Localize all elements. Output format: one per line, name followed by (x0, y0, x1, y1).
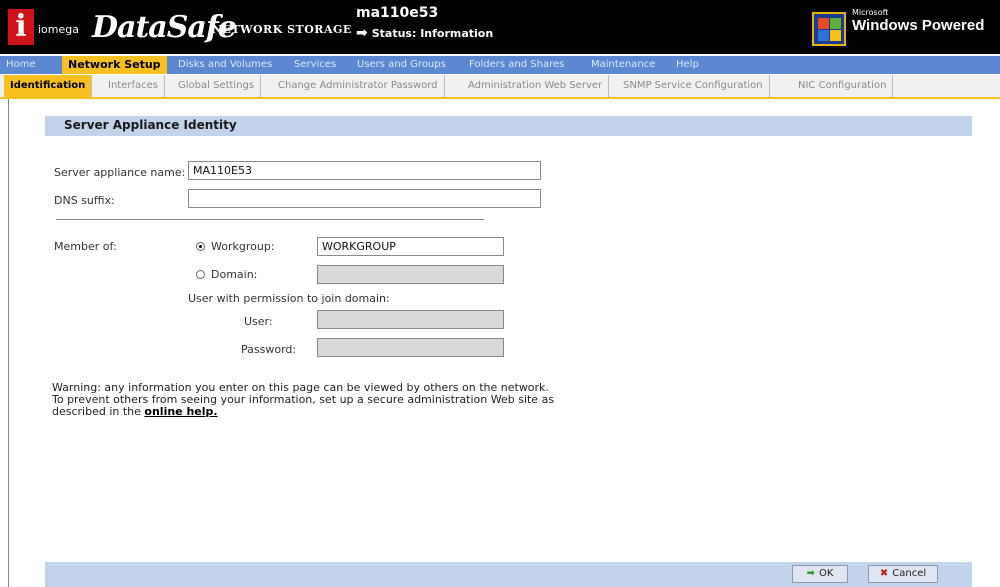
warning-line-3-text: described in the (52, 405, 141, 418)
member-of-label: Member of: (54, 240, 117, 253)
user-label: User: (244, 315, 273, 328)
menu-maintenance[interactable]: Maintenance (585, 56, 661, 74)
sub-menu: Identification Interfaces Global Setting… (0, 75, 1000, 99)
tab-interfaces[interactable]: Interfaces (102, 75, 165, 97)
tab-snmp-service-config[interactable]: SNMP Service Configuration (617, 75, 770, 97)
menu-help[interactable]: Help (670, 56, 705, 74)
user-input[interactable] (317, 310, 504, 329)
domain-radio[interactable] (196, 270, 205, 279)
domain-label: Domain: (211, 268, 258, 281)
menu-services[interactable]: Services (288, 56, 342, 74)
windows-powered-logo: Windows Powered (852, 17, 985, 34)
windows-flag-icon (812, 12, 846, 46)
arrow-right-icon: ➡ (806, 568, 815, 579)
password-input[interactable] (317, 338, 504, 357)
join-permission-label: User with permission to join domain: (188, 292, 390, 305)
microsoft-label: Microsoft (852, 8, 889, 17)
tab-admin-web-server[interactable]: Administration Web Server (462, 75, 610, 97)
menu-folders-and-shares[interactable]: Folders and Shares (463, 56, 570, 74)
menu-network-setup[interactable]: Network Setup (62, 56, 167, 74)
warning-text: Warning: any information you enter on th… (52, 382, 612, 418)
iomega-logo: i (8, 9, 34, 45)
workgroup-input[interactable]: WORKGROUP (317, 237, 504, 256)
close-icon: ✖ (879, 568, 889, 579)
dns-suffix-label: DNS suffix: (54, 194, 115, 207)
tab-nic-configuration[interactable]: NIC Configuration (792, 75, 894, 97)
host-name: ma110e53 (356, 5, 439, 21)
warning-line-3: described in the online help. (52, 406, 612, 418)
section-title: Server Appliance Identity (64, 118, 237, 132)
iomega-logo-text: iomega (38, 23, 79, 36)
ok-button[interactable]: ➡ OK (792, 565, 848, 583)
tab-change-admin-password[interactable]: Change Administrator Password (272, 75, 445, 97)
content-left-border (8, 99, 9, 587)
tab-global-settings[interactable]: Global Settings (172, 75, 262, 97)
form-divider (56, 219, 484, 220)
ok-label: OK (818, 568, 834, 579)
menu-users-and-groups[interactable]: Users and Groups (351, 56, 452, 74)
password-label: Password: (241, 343, 297, 356)
brand-subtitle: NETWORK STORAGE (212, 23, 352, 36)
arrow-right-icon: ➡ (356, 25, 368, 41)
dns-suffix-input[interactable] (188, 189, 541, 208)
workgroup-label: Workgroup: (211, 240, 275, 253)
menu-home[interactable]: Home (0, 56, 42, 74)
app-header: i iomega DataSafe NETWORK STORAGE ma110e… (0, 0, 1000, 54)
menu-disks-and-volumes[interactable]: Disks and Volumes (172, 56, 278, 74)
server-name-input[interactable]: MA110E53 (188, 161, 541, 180)
status-label: Status: Information (371, 27, 494, 40)
online-help-link[interactable]: online help. (144, 405, 217, 418)
domain-input[interactable] (317, 265, 504, 284)
server-name-label: Server appliance name: (54, 166, 186, 179)
tab-identification[interactable]: Identification (4, 75, 93, 97)
cancel-button[interactable]: ✖ Cancel (868, 565, 938, 583)
workgroup-radio[interactable] (196, 242, 205, 251)
cancel-label: Cancel (892, 568, 927, 579)
status-link[interactable]: ➡ Status: Information (356, 25, 493, 41)
main-menu: Home Network Setup Disks and Volumes Ser… (0, 56, 1000, 74)
